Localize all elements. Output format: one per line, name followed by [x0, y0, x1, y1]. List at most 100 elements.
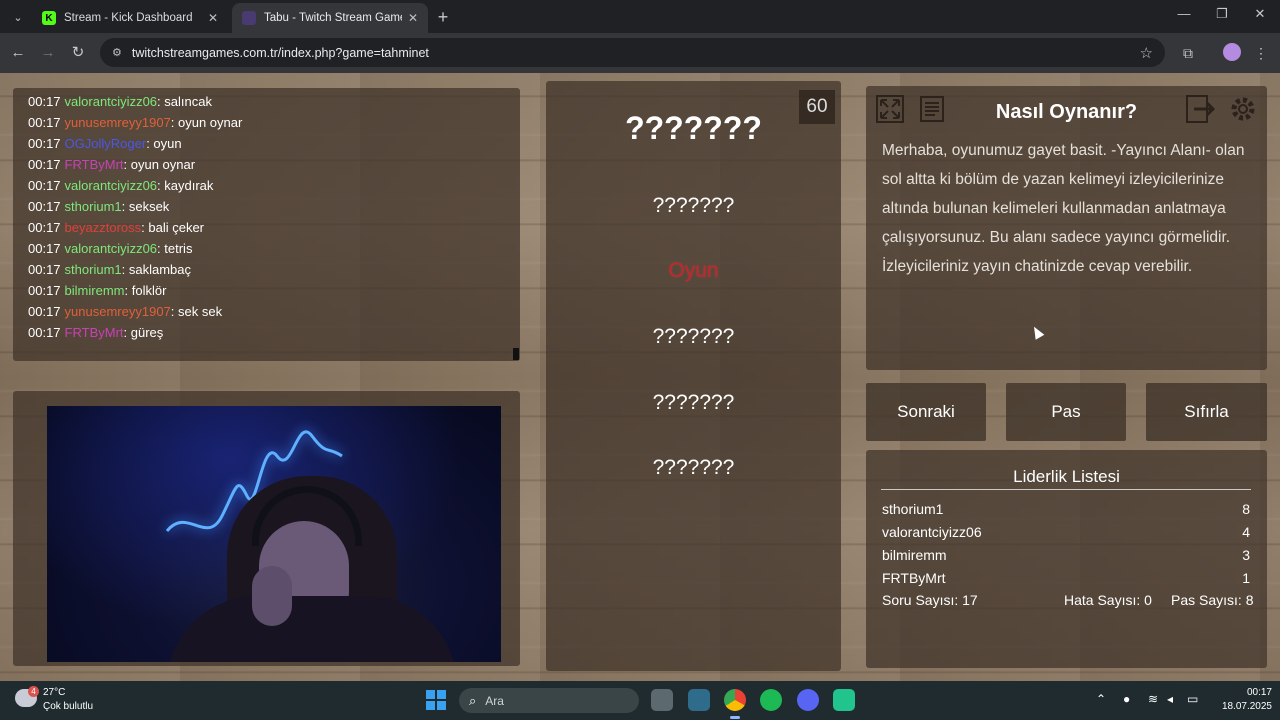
- chat-text: : oyun: [146, 136, 182, 151]
- weather-description[interactable]: Çok bulutlu: [43, 701, 93, 712]
- chat-text: : tetris: [157, 241, 193, 256]
- chat-username[interactable]: valorantciyizz06: [65, 94, 158, 109]
- menu-kebab-icon[interactable]: ⋮: [1250, 42, 1272, 64]
- player-name: bilmiremm: [882, 547, 947, 563]
- app-icon[interactable]: [688, 689, 710, 711]
- chat-panel: 00:17 valorantciyizz06: salıncak 00:17 yunu…: [13, 88, 520, 361]
- chat-text: : salıncak: [157, 94, 212, 109]
- chat-username[interactable]: FRTByMrt: [65, 325, 124, 340]
- minimize-icon[interactable]: —: [1169, 6, 1199, 21]
- volume-icon[interactable]: ◂: [1167, 692, 1173, 706]
- chat-username[interactable]: FRTByMrt: [65, 157, 124, 172]
- chat-timestamp: 00:17: [28, 241, 61, 256]
- taboo-word-revealed: Oyun: [668, 259, 719, 282]
- task-view-icon[interactable]: [651, 689, 673, 711]
- forward-icon[interactable]: →: [37, 42, 59, 64]
- microphone-icon[interactable]: ●: [1123, 692, 1130, 706]
- taskbar-search[interactable]: ⌕ Ara: [459, 688, 639, 713]
- chrome-icon[interactable]: [724, 689, 746, 719]
- chat-username[interactable]: yunusemreyy1907: [65, 115, 171, 130]
- reload-icon[interactable]: ↻: [67, 42, 89, 64]
- webcam-video: [47, 406, 501, 662]
- chat-timestamp: 00:17: [28, 94, 61, 109]
- app-icon[interactable]: [833, 689, 855, 711]
- weather-temperature[interactable]: 27°C: [43, 687, 65, 698]
- leaderboard-row: valorantciyizz06 4: [882, 524, 1250, 540]
- tab-close-icon[interactable]: ✕: [408, 11, 418, 25]
- chat-username[interactable]: sthorium1: [65, 262, 122, 277]
- chat-text: : saklambaç: [121, 262, 191, 277]
- chat-text: : oyun oynar: [123, 157, 196, 172]
- chat-timestamp: 00:17: [28, 262, 61, 277]
- chat-username[interactable]: valorantciyizz06: [65, 178, 158, 193]
- chat-username[interactable]: valorantciyizz06: [65, 241, 158, 256]
- chat-message: 00:17 yunusemreyy1907: sek sek: [28, 301, 505, 322]
- player-name: sthorium1: [882, 501, 944, 517]
- chat-text: : kaydırak: [157, 178, 214, 193]
- chat-message: 00:17 bilmiremm: folklör: [28, 280, 505, 301]
- chat-timestamp: 00:17: [28, 115, 61, 130]
- windows-start-icon[interactable]: [426, 690, 446, 710]
- chat-message: 00:17 yunusemreyy1907: oyun oynar: [28, 112, 505, 133]
- pass-count: Pas Sayısı: 8: [1171, 592, 1254, 608]
- chat-message: 00:17 beyazztoross: bali çeker: [28, 217, 505, 238]
- pass-button[interactable]: Pas: [1006, 383, 1126, 441]
- exit-icon[interactable]: [1184, 92, 1218, 126]
- player-score: 3: [1242, 547, 1250, 563]
- maximize-icon[interactable]: ❐: [1207, 6, 1237, 22]
- tray-overflow-icon[interactable]: ⌃: [1096, 692, 1106, 706]
- leaderboard-row: bilmiremm 3: [882, 547, 1250, 563]
- wifi-icon[interactable]: ≋: [1148, 692, 1158, 706]
- tab-title: Stream - Kick Dashboard: [64, 12, 193, 24]
- chat-timestamp: 00:17: [28, 157, 61, 172]
- discord-icon[interactable]: [797, 689, 819, 711]
- tab-search-icon[interactable]: ⌄: [6, 6, 30, 28]
- tab-kick-dashboard[interactable]: K Stream - Kick Dashboard ✕: [32, 3, 228, 33]
- chat-message: 00:17 FRTByMrt: güreş: [28, 322, 505, 343]
- chat-timestamp: 00:17: [28, 220, 61, 235]
- player-score: 1: [1242, 570, 1250, 586]
- taskbar: 4 27°C Çok bulutlu ⌕ Ara ⌃ ● ≋ ◂ ▭ 00:17…: [0, 681, 1280, 720]
- chat-text: : sek sek: [170, 304, 223, 319]
- chat-username[interactable]: beyazztoross: [65, 220, 142, 235]
- reset-button[interactable]: Sıfırla: [1146, 383, 1267, 441]
- chat-timestamp: 00:17: [28, 178, 61, 193]
- chat-text: : oyun oynar: [170, 115, 243, 130]
- search-icon: ⌕: [469, 692, 477, 708]
- window-close-icon[interactable]: ✕: [1245, 6, 1275, 22]
- player-name: FRTByMrt: [882, 570, 946, 586]
- chat-timestamp: 00:17: [28, 304, 61, 319]
- leaderboard-row: FRTByMrt 1: [882, 570, 1250, 586]
- leaderboard-row: sthorium1 8: [882, 501, 1250, 517]
- main-word: ???????: [625, 110, 762, 146]
- site-info-icon[interactable]: ⚙: [112, 46, 122, 59]
- tab-title: Tabu - Twitch Stream Games: [264, 12, 402, 24]
- extensions-icon[interactable]: ⧉: [1177, 42, 1199, 64]
- profile-avatar[interactable]: [1223, 43, 1241, 61]
- weather-badge: 4: [28, 686, 39, 697]
- search-placeholder: Ara: [485, 693, 504, 708]
- new-tab-icon[interactable]: +: [433, 7, 453, 28]
- tab-close-icon[interactable]: ✕: [208, 11, 218, 25]
- back-icon[interactable]: ←: [7, 42, 29, 64]
- player-name: valorantciyizz06: [882, 524, 982, 540]
- chat-text: : folklör: [124, 283, 167, 298]
- chat-message: 00:17 valorantciyizz06: tetris: [28, 238, 505, 259]
- tab-tabu-game[interactable]: Tabu - Twitch Stream Games ✕: [232, 3, 428, 33]
- chat-message: 00:17 OGJollyRoger: oyun: [28, 133, 505, 154]
- battery-icon[interactable]: ▭: [1187, 692, 1198, 706]
- chat-scrollbar[interactable]: [513, 348, 519, 360]
- chat-username[interactable]: sthorium1: [65, 199, 122, 214]
- address-bar[interactable]: ⚙ twitchstreamgames.com.tr/index.php?gam…: [100, 38, 1165, 67]
- error-count: Hata Sayısı: 0: [1064, 592, 1152, 608]
- chat-username[interactable]: OGJollyRoger: [65, 136, 147, 151]
- spotify-icon[interactable]: [760, 689, 782, 711]
- clock-time[interactable]: 00:17: [1232, 687, 1272, 698]
- twitch-favicon-icon: [242, 11, 256, 25]
- settings-icon[interactable]: [1226, 92, 1260, 126]
- clock-date[interactable]: 18.07.2025: [1212, 701, 1272, 712]
- bookmark-star-icon[interactable]: ☆: [1140, 44, 1153, 62]
- chat-username[interactable]: yunusemreyy1907: [65, 304, 171, 319]
- chat-username[interactable]: bilmiremm: [65, 283, 125, 298]
- next-button[interactable]: Sonraki: [866, 383, 986, 441]
